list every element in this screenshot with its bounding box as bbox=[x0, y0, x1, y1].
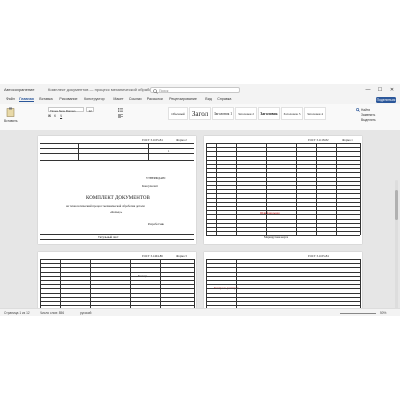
style-normal[interactable]: Обычный bbox=[168, 107, 188, 120]
tab-2[interactable]: Вставка bbox=[39, 97, 52, 101]
page3-form: Форма 3 bbox=[176, 254, 187, 258]
style-heading-4[interactable]: Заголовок 4 bbox=[304, 107, 326, 120]
page-route-card: ГОСТ 3.1118-82 Форма 1 Шлифовальная Марш… bbox=[204, 136, 362, 244]
font-size-value: 12 bbox=[88, 108, 92, 113]
tab-7[interactable]: Рассылки bbox=[147, 97, 163, 101]
page2-gost: ГОСТ 3.1118-82 bbox=[308, 138, 329, 142]
search-placeholder: Поиск bbox=[159, 89, 169, 93]
scrollbar-thumb[interactable] bbox=[395, 190, 398, 220]
italic-button[interactable]: К bbox=[54, 114, 56, 118]
align-left-icon[interactable] bbox=[118, 114, 123, 118]
vertical-scrollbar[interactable] bbox=[395, 180, 398, 308]
ribbon-tabs: Файл Главная Вставка Рисование Конструктор Ма… bbox=[0, 96, 400, 104]
zoom-slider[interactable] bbox=[340, 312, 376, 314]
bold-button[interactable]: Ж bbox=[48, 114, 51, 118]
page2-form: Форма 1 bbox=[342, 138, 353, 142]
tab-8[interactable]: Рецензирование bbox=[169, 97, 197, 101]
page1-subtitle: на технологический процесс механической … bbox=[66, 204, 145, 208]
style-heading-2[interactable]: Заголовок 2 bbox=[235, 107, 257, 120]
style-heading-big[interactable]: Загол bbox=[189, 107, 211, 120]
font-name-value: Times New Roman bbox=[50, 108, 76, 113]
style-heading[interactable]: Заголовок bbox=[258, 107, 280, 120]
maximize-button[interactable]: ☐ bbox=[376, 86, 384, 94]
replace-button[interactable]: Заменить bbox=[361, 113, 375, 117]
search-box[interactable]: Поиск bbox=[150, 87, 240, 94]
word-window: Автосохранение Комплект документов — про… bbox=[0, 84, 400, 316]
page-info[interactable]: Страница 1 из 12 bbox=[4, 311, 30, 315]
font-size-field[interactable]: 12 bbox=[86, 107, 94, 113]
page1-gost: ГОСТ 3.1105-84 bbox=[142, 138, 163, 142]
page1-form: Форма 2 bbox=[176, 138, 187, 142]
find-icon bbox=[356, 108, 360, 112]
ribbon-home: Вставить Times New Roman 12 Ж К Ч Обычны… bbox=[0, 104, 400, 131]
autosave-label[interactable]: Автосохранение bbox=[4, 87, 35, 92]
tab-1[interactable]: Главная bbox=[19, 97, 34, 102]
page1-footer: Титульный лист bbox=[98, 235, 119, 239]
page3-gost: ГОСТ 3.1404-86 bbox=[142, 254, 163, 258]
word-count[interactable]: Число слов: 856 bbox=[40, 311, 64, 315]
tab-9[interactable]: Вид bbox=[205, 97, 212, 101]
minimize-button[interactable]: — bbox=[364, 86, 372, 94]
tab-3[interactable]: Рисование bbox=[59, 97, 77, 101]
tab-5[interactable]: Макет bbox=[113, 97, 123, 101]
document-area[interactable]: ГОСТ 3.1105-84 Форма 2 1 УТВЕРЖДАЮ Консу… bbox=[0, 130, 400, 308]
underline-button[interactable]: Ч bbox=[60, 114, 62, 118]
close-button[interactable]: ✕ bbox=[388, 86, 396, 94]
select-button[interactable]: Выделить bbox=[361, 118, 376, 122]
page1-detail: «Кольцо» bbox=[110, 210, 123, 214]
status-bar: Страница 1 из 12 Число слов: 856 русский… bbox=[0, 308, 400, 316]
page1-approve: УТВЕРЖДАЮ bbox=[146, 176, 166, 180]
style-heading-3[interactable]: Заголовок 3 bbox=[281, 107, 303, 120]
style-heading-1[interactable]: Заголовок 1 bbox=[212, 107, 234, 120]
language[interactable]: русский bbox=[80, 311, 91, 315]
tab-10[interactable]: Справка bbox=[217, 97, 231, 101]
page1-sheet: 1 bbox=[168, 149, 170, 153]
page1-developer: Разработчик bbox=[148, 222, 164, 226]
page1-approver: Консультант bbox=[142, 184, 158, 188]
find-button[interactable]: Найти bbox=[361, 108, 370, 112]
search-icon bbox=[153, 88, 158, 94]
paste-icon[interactable] bbox=[6, 107, 15, 117]
zoom-level[interactable]: 50% bbox=[380, 311, 386, 315]
title-bar: Автосохранение Комплект документов — про… bbox=[0, 84, 400, 96]
tab-0[interactable]: Файл bbox=[6, 97, 15, 101]
share-button[interactable]: Поделиться bbox=[376, 97, 396, 103]
tab-6[interactable]: Ссылки bbox=[129, 97, 142, 101]
page1-title: КОМПЛЕКТ ДОКУМЕНТОВ bbox=[86, 196, 150, 201]
paste-button-label[interactable]: Вставить bbox=[4, 119, 18, 123]
bullet-list-icon[interactable] bbox=[118, 108, 123, 112]
page-operation-card: ГОСТ 3.1404-86 Форма 3 Кольцо bbox=[38, 252, 196, 308]
page-title-sheet: ГОСТ 3.1105-84 Форма 2 1 УТВЕРЖДАЮ Консу… bbox=[38, 136, 196, 244]
page4-gost: ГОСТ 3.1105-84 bbox=[308, 254, 329, 258]
font-name-field[interactable]: Times New Roman bbox=[48, 107, 84, 113]
tab-4[interactable]: Конструктор bbox=[84, 97, 105, 101]
page-sketch-card: ГОСТ 3.1105-84 Контроль размеров bbox=[204, 252, 362, 308]
